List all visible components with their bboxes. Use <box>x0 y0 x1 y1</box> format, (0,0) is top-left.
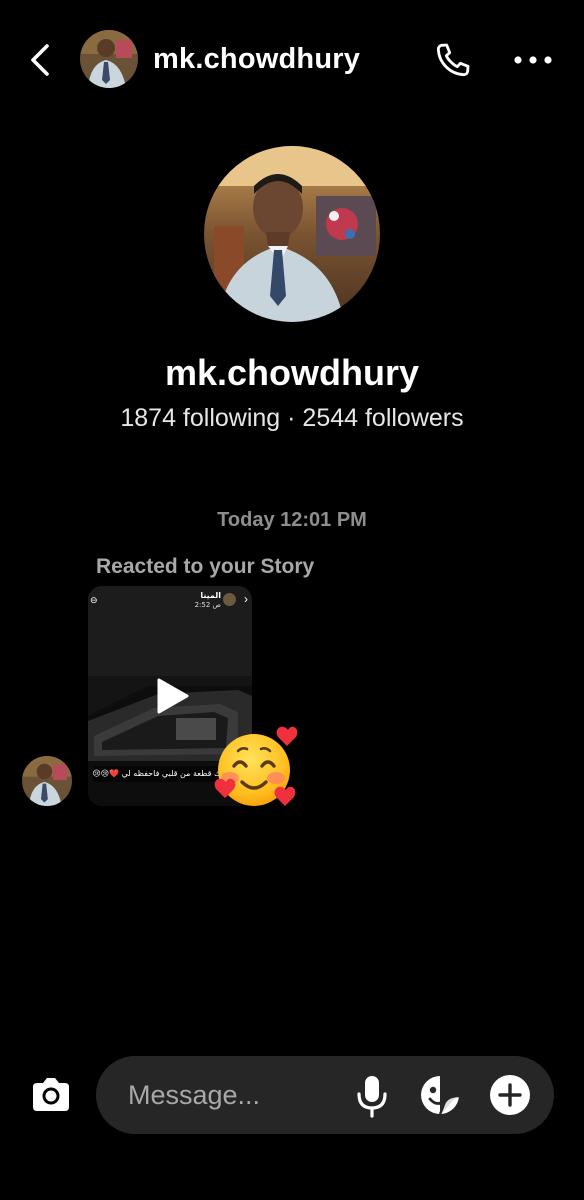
chevron-left-icon <box>31 44 49 76</box>
chat-header: mk.chowdhury <box>0 0 584 120</box>
profile-photo-image <box>204 146 380 322</box>
story-more-icon: ⊖ <box>90 595 98 605</box>
story-chevron-icon: › <box>244 592 248 606</box>
sender-avatar[interactable] <box>22 756 72 806</box>
microphone-icon <box>357 1076 387 1118</box>
voice-message-button[interactable] <box>352 1074 392 1118</box>
more-options-button[interactable] <box>508 42 558 78</box>
add-media-button[interactable] <box>488 1073 532 1117</box>
smiling-face-with-hearts-icon <box>214 726 298 806</box>
message-input[interactable] <box>128 1076 348 1114</box>
story-time: 2:52 ص <box>194 601 221 609</box>
story-reaction-label: Reacted to your Story <box>96 555 315 578</box>
phone-icon <box>436 43 470 77</box>
story-author-avatar <box>223 593 236 606</box>
profile-photo[interactable] <box>204 146 380 322</box>
header-avatar[interactable] <box>80 30 138 88</box>
avatar-photo <box>80 30 138 88</box>
play-icon[interactable] <box>154 678 190 714</box>
story-username: المينا <box>200 591 221 600</box>
profile-follow-stats: 1874 following · 2544 followers <box>120 404 464 432</box>
camera-icon <box>33 1078 69 1111</box>
more-horizontal-icon <box>514 56 552 64</box>
back-button[interactable] <box>24 40 56 80</box>
call-button[interactable] <box>430 38 476 82</box>
message-composer <box>96 1056 554 1134</box>
profile-username: mk.chowdhury <box>164 352 420 393</box>
message-timestamp: Today 12:01 PM <box>217 509 367 531</box>
story-topbar: ⊖ المينا 2:52 ص › <box>88 586 252 614</box>
sticker-button[interactable] <box>418 1073 462 1117</box>
plus-circle-icon <box>490 1075 530 1115</box>
header-username[interactable]: mk.chowdhury <box>153 43 360 76</box>
sender-avatar-photo <box>22 756 72 806</box>
sticker-icon <box>421 1076 460 1115</box>
camera-button[interactable] <box>26 1070 76 1120</box>
